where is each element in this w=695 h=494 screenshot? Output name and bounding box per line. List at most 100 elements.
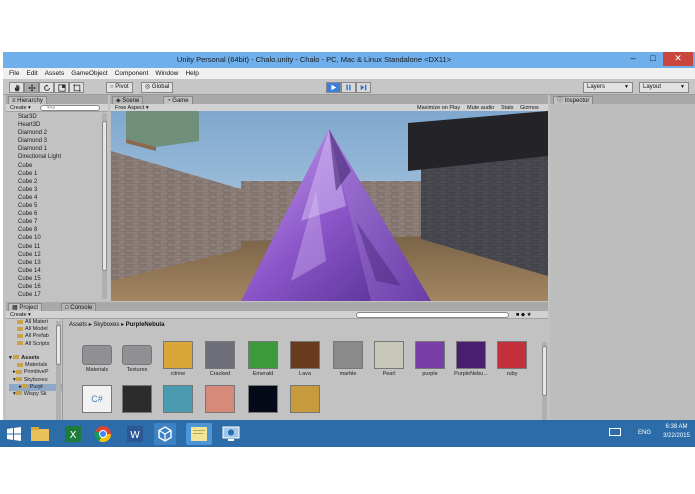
move-tool-button[interactable]	[24, 82, 39, 93]
input-language[interactable]: ENG	[638, 430, 651, 436]
menu-edit[interactable]: Edit	[26, 70, 37, 77]
hierarchy-scrollbar[interactable]	[102, 113, 107, 299]
list-item[interactable]: Diamond 1	[18, 145, 108, 153]
play-button[interactable]	[326, 82, 341, 93]
layers-dropdown[interactable]: Layers ▼	[583, 82, 633, 93]
taskbar-chrome[interactable]	[92, 423, 114, 445]
hierarchy-scroll-thumb[interactable]	[102, 121, 107, 271]
taskbar-excel[interactable]: X	[62, 423, 84, 445]
tree-item-selected[interactable]: ▸ Purpl	[9, 383, 62, 391]
game-viewport[interactable]	[111, 111, 548, 301]
tree-item[interactable]: ▸ PrimitiveP	[9, 369, 62, 376]
taskbar-explorer[interactable]	[29, 423, 51, 445]
rect-tool-button[interactable]	[69, 82, 84, 93]
list-item[interactable]: Cube 8	[18, 226, 108, 234]
tree-item[interactable]: ▾ Skyboxes	[9, 377, 62, 384]
list-item[interactable]: Cube 14	[18, 267, 108, 275]
clock-time[interactable]: 6:38 AM	[660, 424, 693, 430]
tab-project[interactable]: ▦ Project	[8, 303, 43, 311]
list-item[interactable]: Cube 17	[18, 291, 108, 299]
menu-window[interactable]: Window	[155, 70, 178, 77]
asset-item[interactable]: PurpleNebu...	[453, 341, 489, 377]
asset-item[interactable]: Textures	[119, 341, 155, 373]
tree-item[interactable]: ▾ Wispy Sk	[9, 391, 62, 398]
list-item[interactable]: Cube 11	[18, 243, 108, 251]
tab-inspector[interactable]: ⓘ Inspector	[553, 96, 594, 104]
asset-item[interactable]	[202, 385, 238, 421]
clock-date[interactable]: 3/22/2015	[660, 433, 693, 439]
breadcrumb-item[interactable]: Assets	[69, 322, 87, 328]
asset-item[interactable]: Materials	[79, 341, 115, 373]
taskbar-unity[interactable]	[154, 423, 176, 445]
list-item[interactable]: Cube 4	[18, 194, 108, 202]
scale-tool-button[interactable]	[54, 82, 69, 93]
tree-item[interactable]: All Prefab	[9, 333, 62, 340]
asset-item[interactable]: Cracked	[202, 341, 238, 377]
menu-component[interactable]: Component	[115, 70, 149, 77]
tree-item[interactable]: ▾ Assets	[9, 355, 62, 362]
list-item[interactable]: Cube 2	[18, 178, 108, 186]
list-item[interactable]: Cube 10	[18, 234, 108, 242]
menu-file[interactable]: File	[9, 70, 19, 77]
asset-item[interactable]	[119, 385, 155, 421]
tree-item[interactable]: All Scripts	[9, 341, 62, 348]
list-item[interactable]: Cube 15	[18, 275, 108, 283]
step-button[interactable]	[356, 82, 371, 93]
asset-scroll-thumb[interactable]	[542, 346, 547, 396]
list-item[interactable]: Cube 6	[18, 210, 108, 218]
list-item[interactable]: Cube 13	[18, 259, 108, 267]
list-item[interactable]: Cube 5	[18, 202, 108, 210]
project-create-button[interactable]: Create ▾	[10, 312, 31, 318]
taskbar-remote-desktop[interactable]	[220, 423, 242, 445]
asset-item[interactable]	[160, 385, 196, 421]
taskbar-word[interactable]: W	[124, 423, 146, 445]
tab-console[interactable]: □ Console	[61, 303, 97, 311]
list-item[interactable]: Star3D	[18, 113, 108, 121]
list-item[interactable]: Heart3D	[18, 121, 108, 129]
menu-help[interactable]: Help	[185, 70, 198, 77]
global-toggle[interactable]: ◎ Global	[141, 82, 174, 93]
list-item[interactable]: Cube 12	[18, 251, 108, 259]
asset-item[interactable]: C#	[79, 385, 115, 421]
list-item[interactable]: Diamond 3	[18, 137, 108, 145]
breadcrumb-item[interactable]: PurpleNebula	[126, 322, 165, 328]
asset-item[interactable]: marble	[330, 341, 366, 377]
rotate-tool-button[interactable]	[39, 82, 54, 93]
asset-item[interactable]: citrine	[160, 341, 196, 377]
tab-scene[interactable]: ◈ Scene	[112, 96, 144, 104]
pause-button[interactable]	[341, 82, 356, 93]
maximize-button[interactable]: □	[643, 52, 663, 66]
list-item[interactable]: Cube 7	[18, 218, 108, 226]
minimize-button[interactable]: –	[623, 52, 643, 66]
keyboard-icon[interactable]	[609, 428, 621, 436]
layout-dropdown[interactable]: Layout ▼	[639, 82, 689, 93]
asset-item[interactable]	[287, 385, 323, 421]
asset-item[interactable]	[245, 385, 281, 421]
tree-item[interactable]: All Model	[9, 326, 62, 333]
menu-gameobject[interactable]: GameObject	[71, 70, 108, 77]
asset-item[interactable]: Pearl	[371, 341, 407, 377]
tab-game[interactable]: ◔ Game	[163, 96, 193, 104]
hierarchy-search-input[interactable]: ▾All	[40, 105, 100, 111]
start-button[interactable]	[3, 423, 25, 445]
pivot-toggle[interactable]: ○ Pivot	[106, 82, 133, 93]
asset-item[interactable]: Emerald	[245, 341, 281, 377]
list-item[interactable]: Cube 3	[18, 186, 108, 194]
tab-hierarchy[interactable]: ≡ Hierarchy	[8, 96, 47, 104]
filter-icons[interactable]: ■ ◆ ★	[516, 312, 532, 318]
list-item[interactable]: Cube 1	[18, 170, 108, 178]
tree-scroll-thumb[interactable]	[56, 325, 61, 365]
tree-item[interactable]: All Materi	[9, 319, 62, 326]
taskbar-sticky-notes[interactable]	[186, 423, 212, 445]
hierarchy-create-button[interactable]: Create ▾	[10, 105, 31, 111]
hand-tool-button[interactable]	[9, 82, 24, 93]
asset-item[interactable]: Lava	[287, 341, 323, 377]
list-item[interactable]: Directional Light	[18, 153, 108, 161]
tree-item[interactable]: Materials	[9, 362, 62, 369]
list-item[interactable]: Cube 16	[18, 283, 108, 291]
asset-item[interactable]: ruby	[494, 341, 530, 377]
project-search-input[interactable]	[356, 312, 509, 318]
asset-item[interactable]: purple	[412, 341, 448, 377]
list-item[interactable]: Cube	[18, 162, 108, 170]
breadcrumb-item[interactable]: Skyboxes	[93, 322, 119, 328]
